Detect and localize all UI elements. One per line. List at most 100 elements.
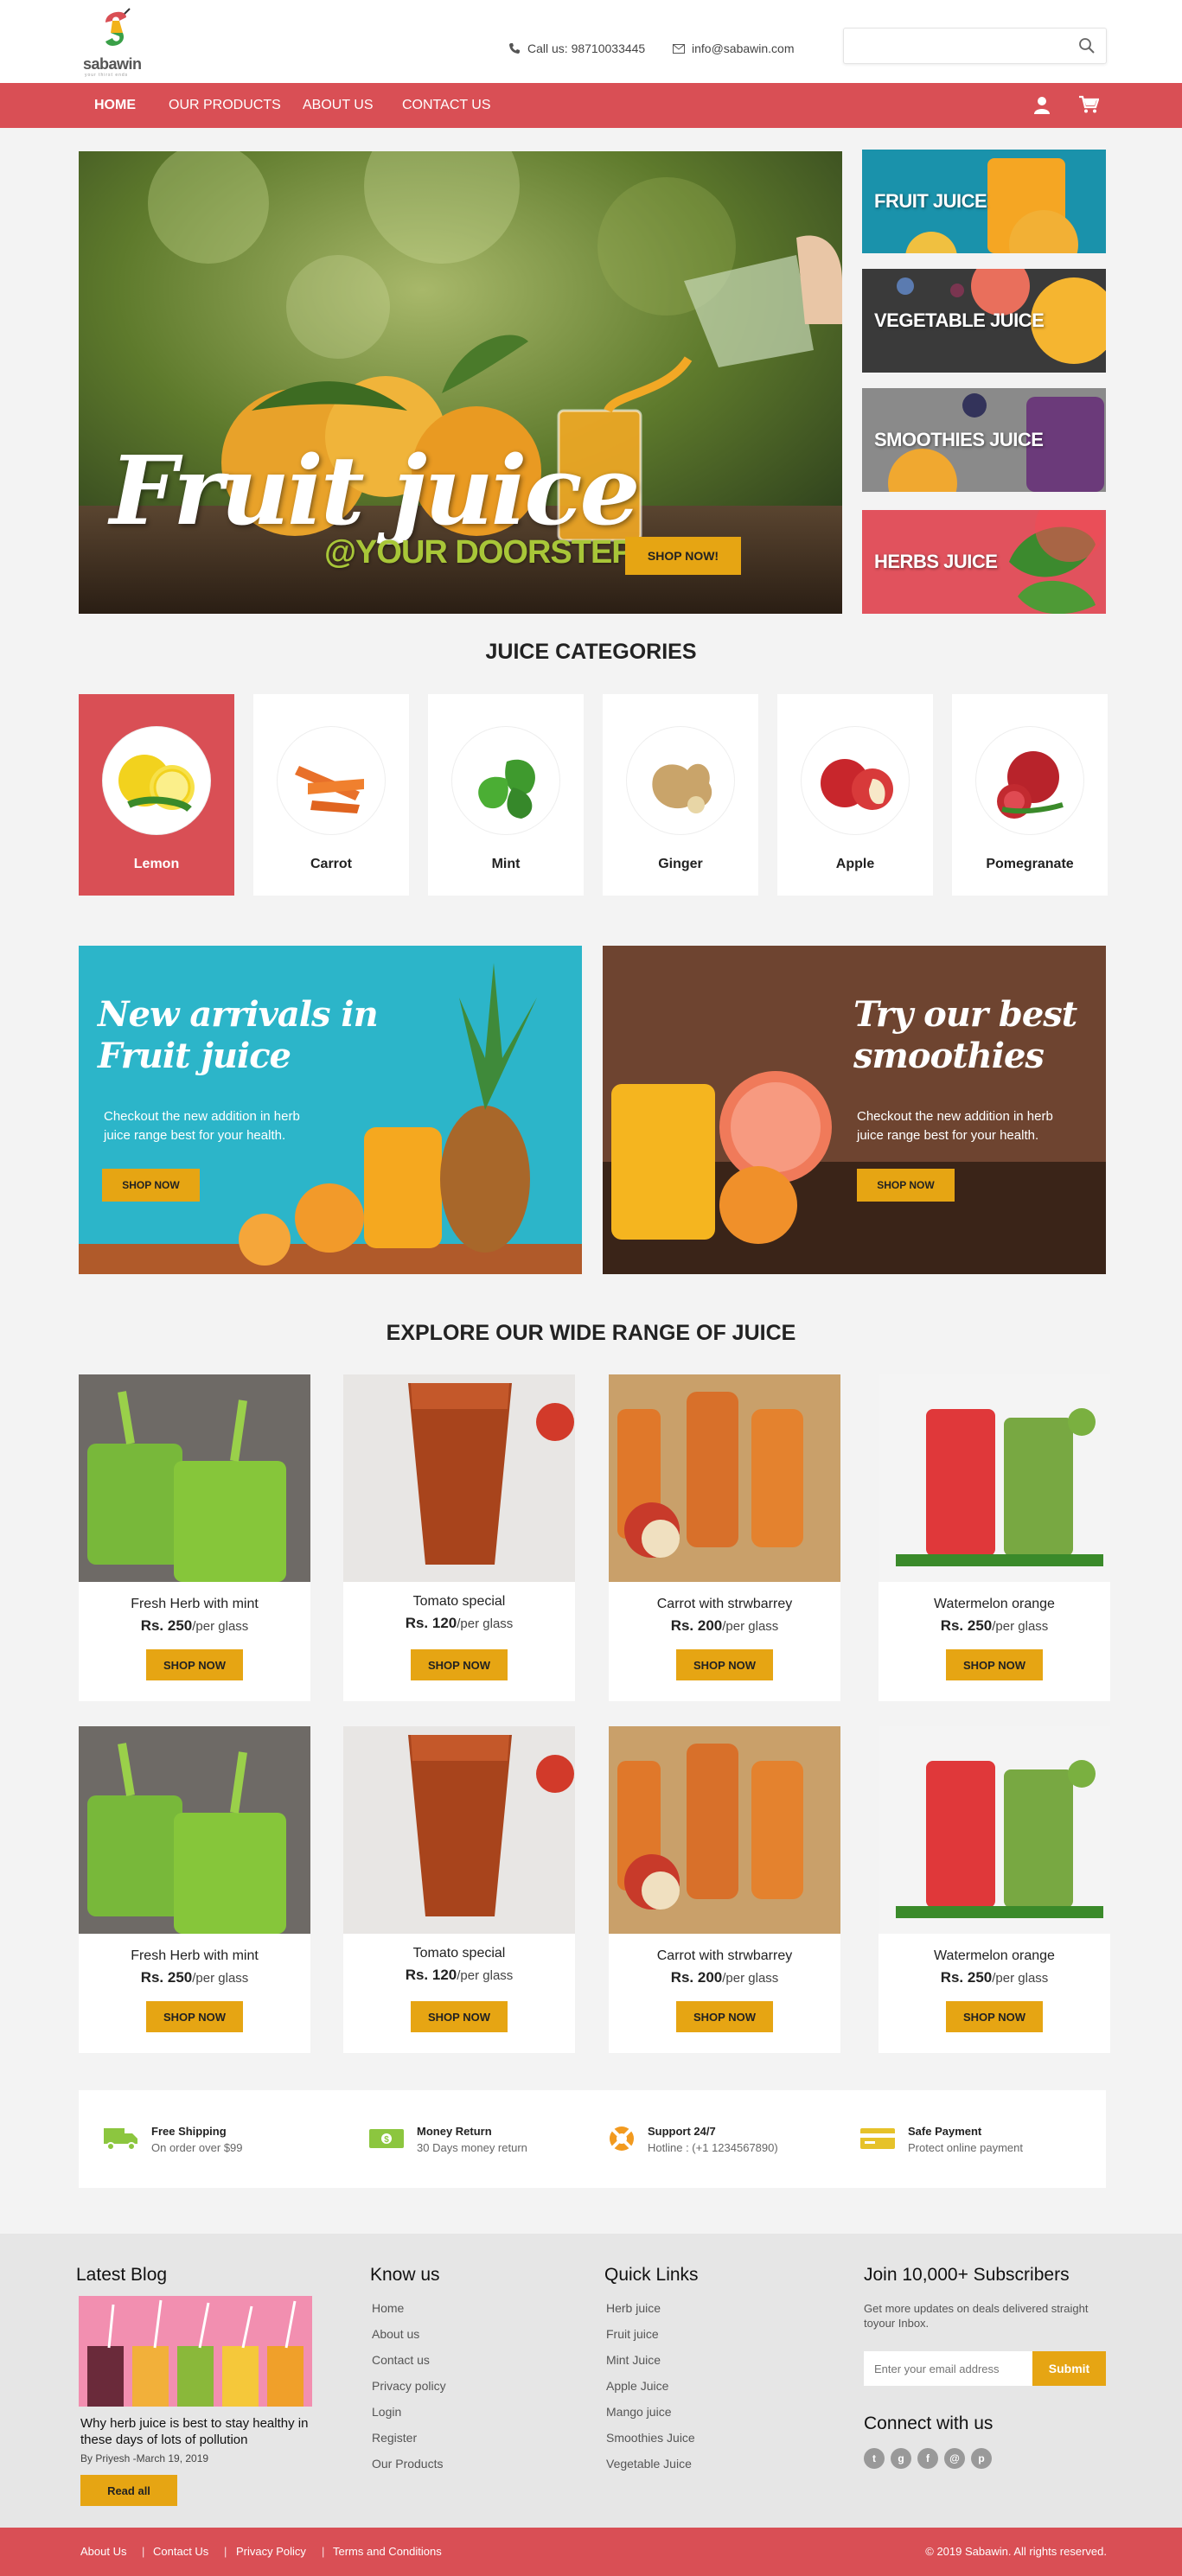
product-price-row: Rs. 250/per glass [79, 1969, 310, 1986]
product-card[interactable]: Carrot with strwbarrey Rs. 200/per glass S… [609, 1726, 840, 2053]
facebook-icon[interactable]: f [917, 2448, 938, 2469]
bottom-link-privacy-policy[interactable]: Privacy Policy [236, 2545, 306, 2558]
product-image[interactable] [609, 1374, 840, 1582]
feature-title: Free Shipping [151, 2125, 227, 2138]
product-image[interactable] [343, 1374, 575, 1582]
blog-post-title[interactable]: Why herb juice is best to stay healthy i… [80, 2415, 331, 2448]
cart-icon[interactable] [1078, 95, 1099, 114]
footer-link-login[interactable]: Login [372, 2405, 446, 2431]
bottom-link-terms[interactable]: Terms and Conditions [333, 2545, 442, 2558]
product-card[interactable]: Fresh Herb with mint Rs. 250/per glass SHO… [79, 1374, 310, 1701]
quick-link-mint-juice[interactable]: Mint Juice [606, 2353, 695, 2379]
nav-our-products[interactable]: OUR PRODUCTS [169, 83, 281, 128]
product-shop-now-button[interactable]: SHOP NOW [946, 1649, 1043, 1680]
product-shop-now-button[interactable]: SHOP NOW [146, 2001, 243, 2032]
product-shop-now-button[interactable]: SHOP NOW [946, 2001, 1043, 2032]
search-icon[interactable] [1078, 37, 1096, 54]
product-card[interactable]: Watermelon orange Rs. 250/per glass SHOP N… [879, 1374, 1110, 1701]
product-image[interactable] [79, 1726, 310, 1934]
mail-icon[interactable]: @ [944, 2448, 965, 2469]
feature-free-shipping: Free Shipping On order over $99 [103, 2125, 243, 2154]
category-ginger[interactable]: Ginger [603, 694, 758, 896]
quick-link-herb-juice[interactable]: Herb juice [606, 2301, 695, 2327]
side-category-vegetable-juice[interactable]: VEGETABLE JUICE [862, 269, 1106, 373]
product-price: Rs. 200 [670, 1969, 723, 1986]
user-icon[interactable] [1033, 96, 1051, 115]
category-pomegranate[interactable]: Pomegranate [952, 694, 1108, 896]
product-shop-now-button[interactable]: SHOP NOW [146, 1649, 243, 1680]
separator: | [322, 2545, 325, 2558]
email-contact[interactable]: info@sabawin.com [673, 41, 795, 55]
side-category-herbs-juice[interactable]: HERBS JUICE [862, 510, 1106, 614]
read-all-button[interactable]: Read all [80, 2475, 177, 2506]
bottom-link-about-us[interactable]: About Us [80, 2545, 126, 2558]
product-price: Rs. 120 [405, 1615, 457, 1631]
product-card[interactable]: Watermelon orange Rs. 250/per glass SHOP N… [879, 1726, 1110, 2053]
footer-link-home[interactable]: Home [372, 2301, 446, 2327]
category-lemon[interactable]: Lemon [79, 694, 234, 896]
product-shop-now-button[interactable]: SHOP NOW [411, 2001, 508, 2032]
product-card[interactable]: Fresh Herb with mint Rs. 250/per glass SHO… [79, 1726, 310, 2053]
product-card[interactable]: Carrot with strwbarrey Rs. 200/per glass S… [609, 1374, 840, 1701]
google-plus-icon[interactable]: g [891, 2448, 911, 2469]
pinterest-icon[interactable]: p [971, 2448, 992, 2469]
nav-about-us[interactable]: ABOUT US [303, 83, 374, 128]
feature-safe-payment: Safe Payment Protect online payment [859, 2125, 1023, 2154]
logo[interactable]: sabawin your thirst ends [83, 5, 144, 78]
product-image[interactable] [609, 1726, 840, 1934]
quick-link-vegetable-juice[interactable]: Vegetable Juice [606, 2457, 695, 2483]
juice-categories-title: JUICE CATEGORIES [485, 640, 697, 664]
side-category-label: SMOOTHIES JUICE [874, 429, 1044, 450]
email-subscribe-input[interactable] [864, 2351, 1032, 2386]
nav-home[interactable]: HOME [94, 83, 136, 128]
feature-subtitle: On order over $99 [151, 2141, 243, 2154]
product-shop-now-button[interactable]: SHOP NOW [411, 1649, 508, 1680]
submit-button[interactable]: Submit [1032, 2351, 1106, 2386]
quick-link-apple-juice[interactable]: Apple Juice [606, 2379, 695, 2405]
feature-money-return: $ Money Return 30 Days money return [368, 2125, 527, 2154]
side-category-fruit-juice[interactable]: FRUIT JUICE [862, 150, 1106, 253]
pomegranate-image [975, 726, 1084, 835]
category-carrot[interactable]: Carrot [253, 694, 409, 896]
category-label: Lemon [133, 857, 180, 871]
product-card[interactable]: Tomato special Rs. 120/per glass SHOP NOW [343, 1374, 575, 1701]
mint-image [451, 726, 560, 835]
feature-support: Support 24/7 Hotline : (+1 1234567890) [608, 2125, 778, 2154]
twitter-icon[interactable]: t [864, 2448, 885, 2469]
product-unit: /per glass [722, 1619, 779, 1634]
footer-link-privacy-policy[interactable]: Privacy policy [372, 2379, 446, 2405]
carrot-image [277, 726, 386, 835]
bottom-link-contact-us[interactable]: Contact Us [153, 2545, 208, 2558]
product-image[interactable] [879, 1726, 1110, 1934]
footer-link-about-us[interactable]: About us [372, 2327, 446, 2353]
product-price: Rs. 250 [940, 1617, 993, 1634]
quick-link-smoothies-juice[interactable]: Smoothies Juice [606, 2431, 695, 2457]
category-apple[interactable]: Apple [777, 694, 933, 896]
search-input[interactable] [843, 28, 1107, 64]
quick-link-mango-juice[interactable]: Mango juice [606, 2405, 695, 2431]
feature-title: Support 24/7 [648, 2125, 716, 2138]
feature-subtitle: 30 Days money return [417, 2141, 527, 2154]
product-image[interactable] [343, 1726, 575, 1934]
blog-post-image[interactable] [79, 2296, 312, 2407]
phone-contact[interactable]: Call us: 98710033445 [508, 41, 645, 55]
nav-contact-us[interactable]: CONTACT US [402, 83, 491, 128]
hero-shop-now-button[interactable]: SHOP NOW! [625, 537, 741, 575]
promo-shop-now-button[interactable]: SHOP NOW [857, 1169, 955, 1202]
product-image[interactable] [879, 1374, 1110, 1582]
product-shop-now-button[interactable]: SHOP NOW [676, 1649, 773, 1680]
product-price-row: Rs. 250/per glass [879, 1969, 1110, 1986]
product-image[interactable] [79, 1374, 310, 1582]
category-label: Pomegranate [986, 857, 1074, 871]
footer-link-register[interactable]: Register [372, 2431, 446, 2457]
product-shop-now-button[interactable]: SHOP NOW [676, 2001, 773, 2032]
category-mint[interactable]: Mint [428, 694, 584, 896]
product-card[interactable]: Tomato special Rs. 120/per glass SHOP NOW [343, 1726, 575, 2053]
promo-shop-now-button[interactable]: SHOP NOW [102, 1169, 200, 1202]
quick-link-fruit-juice[interactable]: Fruit juice [606, 2327, 695, 2353]
side-category-smoothies-juice[interactable]: SMOOTHIES JUICE [862, 388, 1106, 492]
footer-link-our-products[interactable]: Our Products [372, 2457, 446, 2483]
product-price-row: Rs. 120/per glass [343, 1615, 575, 1632]
feature-title: Safe Payment [908, 2125, 982, 2138]
footer-link-contact-us[interactable]: Contact us [372, 2353, 446, 2379]
